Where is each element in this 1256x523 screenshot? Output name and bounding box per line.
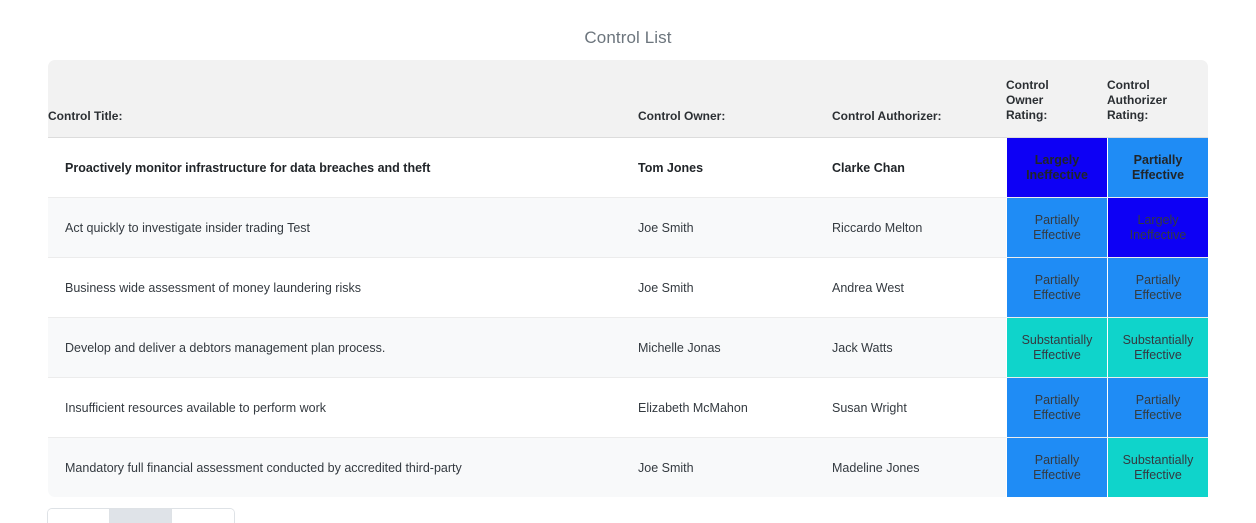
cell-control-owner-rating-line-2: Ineffective (1026, 167, 1088, 182)
control-list-table: Control Title: Control Owner: Control Au… (48, 60, 1208, 497)
column-header-control-authorizer[interactable]: Control Authorizer: (832, 60, 1006, 138)
cell-control-authorizer-rating-badge: Largely Ineffective (1108, 198, 1208, 257)
column-header-control-title[interactable]: Control Title: (48, 60, 638, 138)
cell-control-authorizer-rating-line-2: Effective (1134, 347, 1182, 362)
table-header-row: Control Title: Control Owner: Control Au… (48, 60, 1208, 138)
cell-control-authorizer-rating-badge: Partially Effective (1108, 258, 1208, 317)
pagination[interactable] (48, 509, 234, 523)
cell-control-owner: Tom Jones (638, 138, 832, 198)
cell-control-owner-rating-badge: Partially Effective (1007, 198, 1107, 257)
authorizer-rating-header-line-3: Rating: (1107, 108, 1149, 122)
cell-control-owner-rating-line-1: Partially (1034, 392, 1080, 407)
cell-control-authorizer: Andrea West (832, 258, 1006, 318)
cell-control-owner-rating-line-2: Effective (1033, 227, 1081, 242)
cell-control-authorizer-rating-line-1: Partially (1133, 152, 1183, 167)
cell-control-owner-rating-line-1: Substantially (1021, 332, 1093, 347)
cell-control-owner: Joe Smith (638, 198, 832, 258)
column-header-control-owner-rating[interactable]: Control Owner Rating: (1006, 60, 1107, 138)
cell-control-owner: Joe Smith (638, 258, 832, 318)
cell-control-owner-rating[interactable]: Substantially Effective (1006, 318, 1107, 378)
cell-control-authorizer-rating[interactable]: Substantially Effective (1107, 438, 1208, 497)
cell-control-owner-rating-line-1: Partially (1034, 272, 1080, 287)
cell-control-owner-rating-badge: Partially Effective (1007, 438, 1107, 497)
cell-control-authorizer-rating-line-1: Substantially (1122, 332, 1194, 347)
cell-control-owner-rating-badge: Largely Ineffective (1007, 138, 1107, 197)
cell-control-owner-rating[interactable]: Partially Effective (1006, 438, 1107, 497)
cell-control-authorizer-rating-line-2: Effective (1131, 167, 1185, 182)
cell-control-owner-rating[interactable]: Partially Effective (1006, 378, 1107, 438)
cell-control-owner-rating-line-2: Effective (1033, 287, 1081, 302)
cell-control-authorizer-rating-badge: Partially Effective (1108, 378, 1208, 437)
cell-control-owner-rating-badge: Partially Effective (1007, 378, 1107, 437)
cell-control-authorizer: Riccardo Melton (832, 198, 1006, 258)
owner-rating-header-line-3: Rating: (1006, 108, 1048, 122)
column-header-control-owner[interactable]: Control Owner: (638, 60, 832, 138)
pagination-button-3[interactable] (172, 509, 234, 523)
cell-control-authorizer-rating-line-1: Largely (1137, 212, 1179, 227)
cell-control-authorizer-rating-line-1: Partially (1135, 272, 1181, 287)
cell-control-authorizer-rating-badge: Partially Effective (1108, 138, 1208, 197)
cell-control-owner-rating-line-2: Effective (1033, 347, 1081, 362)
authorizer-rating-header-line-2: Authorizer (1107, 93, 1167, 107)
authorizer-rating-header-line-1: Control (1107, 78, 1150, 92)
cell-control-authorizer-rating-line-2: Effective (1134, 467, 1182, 482)
page-root: Control List Control Title: Control Owne… (0, 0, 1256, 523)
cell-control-authorizer-rating-line-2: Effective (1134, 407, 1182, 422)
table-row[interactable]: Develop and deliver a debtors management… (48, 318, 1208, 378)
table-row[interactable]: Act quickly to investigate insider tradi… (48, 198, 1208, 258)
cell-control-authorizer: Madeline Jones (832, 438, 1006, 497)
cell-control-authorizer-rating-badge: Substantially Effective (1108, 318, 1208, 377)
cell-control-owner-rating-line-1: Partially (1034, 212, 1080, 227)
table-header: Control Title: Control Owner: Control Au… (48, 60, 1208, 138)
table-row[interactable]: Mandatory full financial assessment cond… (48, 438, 1208, 497)
cell-control-title: Business wide assessment of money launde… (48, 258, 638, 318)
page-title: Control List (584, 28, 672, 47)
table-row[interactable]: Insufficient resources available to perf… (48, 378, 1208, 438)
cell-control-authorizer-rating[interactable]: Substantially Effective (1107, 318, 1208, 378)
cell-control-owner-rating-badge: Partially Effective (1007, 258, 1107, 317)
cell-control-owner-rating-line-1: Partially (1034, 452, 1080, 467)
cell-control-owner: Joe Smith (638, 438, 832, 497)
cell-control-title: Develop and deliver a debtors management… (48, 318, 638, 378)
cell-control-authorizer-rating-line-1: Substantially (1122, 452, 1194, 467)
cell-control-authorizer-rating[interactable]: Partially Effective (1107, 258, 1208, 318)
cell-control-authorizer-rating[interactable]: Largely Ineffective (1107, 198, 1208, 258)
control-list-table-container: Control Title: Control Owner: Control Au… (48, 60, 1208, 497)
cell-control-authorizer-rating-line-1: Partially (1135, 392, 1181, 407)
cell-control-owner: Michelle Jonas (638, 318, 832, 378)
table-body: Proactively monitor infrastructure for d… (48, 138, 1208, 497)
cell-control-owner-rating-line-2: Effective (1033, 467, 1081, 482)
cell-control-title: Act quickly to investigate insider tradi… (48, 198, 638, 258)
cell-control-owner-rating[interactable]: Largely Ineffective (1006, 138, 1107, 198)
pagination-button-1[interactable] (48, 509, 110, 523)
owner-rating-header-line-1: Control (1006, 78, 1049, 92)
column-header-control-authorizer-rating[interactable]: Control Authorizer Rating: (1107, 60, 1208, 138)
cell-control-authorizer: Susan Wright (832, 378, 1006, 438)
cell-control-title: Proactively monitor infrastructure for d… (48, 138, 638, 198)
cell-control-owner-rating[interactable]: Partially Effective (1006, 258, 1107, 318)
cell-control-authorizer-rating[interactable]: Partially Effective (1107, 138, 1208, 198)
cell-control-authorizer-rating[interactable]: Partially Effective (1107, 378, 1208, 438)
cell-control-authorizer-rating-line-2: Effective (1134, 287, 1182, 302)
cell-control-owner-rating-badge: Substantially Effective (1007, 318, 1107, 377)
table-row[interactable]: Proactively monitor infrastructure for d… (48, 138, 1208, 198)
cell-control-title: Insufficient resources available to perf… (48, 378, 638, 438)
cell-control-title: Mandatory full financial assessment cond… (48, 438, 638, 497)
cell-control-owner-rating-line-1: Largely (1034, 152, 1080, 167)
table-row[interactable]: Business wide assessment of money launde… (48, 258, 1208, 318)
owner-rating-header-line-2: Owner (1006, 93, 1044, 107)
cell-control-authorizer-rating-line-2: Ineffective (1129, 227, 1187, 242)
cell-control-owner-rating-line-2: Effective (1033, 407, 1081, 422)
cell-control-owner-rating[interactable]: Partially Effective (1006, 198, 1107, 258)
cell-control-authorizer: Clarke Chan (832, 138, 1006, 198)
pagination-button-2[interactable] (110, 509, 172, 523)
cell-control-authorizer-rating-badge: Substantially Effective (1108, 438, 1208, 497)
cell-control-owner: Elizabeth McMahon (638, 378, 832, 438)
cell-control-authorizer: Jack Watts (832, 318, 1006, 378)
